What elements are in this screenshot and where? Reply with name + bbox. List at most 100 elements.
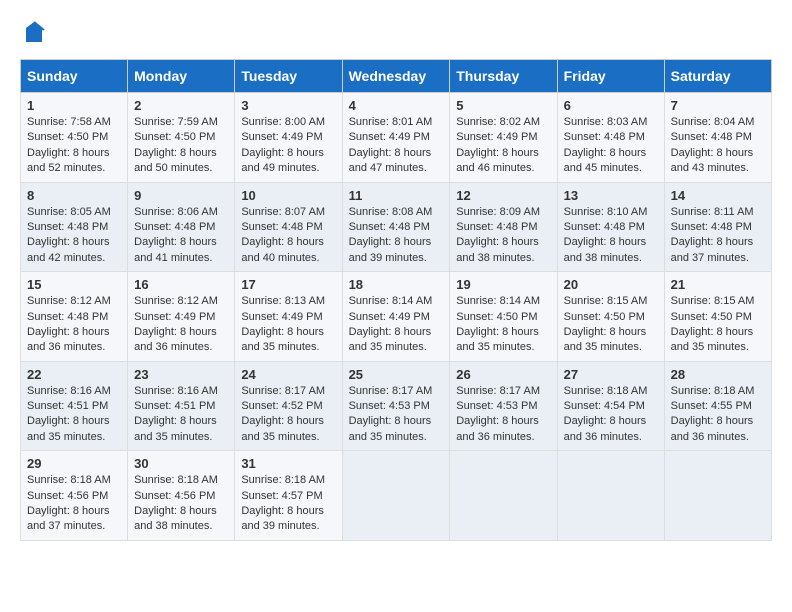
cell-content: Sunrise: 8:16 AMSunset: 4:51 PMDaylight:… — [134, 385, 218, 443]
cell-content: Sunrise: 8:16 AMSunset: 4:51 PMDaylight:… — [27, 385, 111, 443]
cell-content: Sunrise: 7:58 AMSunset: 4:50 PMDaylight:… — [27, 116, 111, 174]
calendar-table: SundayMondayTuesdayWednesdayThursdayFrid… — [20, 59, 772, 541]
calendar-cell: 20 Sunrise: 8:15 AMSunset: 4:50 PMDaylig… — [557, 272, 664, 362]
cell-content: Sunrise: 8:18 AMSunset: 4:56 PMDaylight:… — [134, 474, 218, 532]
cell-content: Sunrise: 8:10 AMSunset: 4:48 PMDaylight:… — [564, 206, 648, 264]
cell-content: Sunrise: 8:15 AMSunset: 4:50 PMDaylight:… — [564, 295, 648, 353]
day-number: 14 — [671, 188, 765, 203]
calendar-cell: 31 Sunrise: 8:18 AMSunset: 4:57 PMDaylig… — [235, 451, 342, 541]
calendar-cell — [342, 451, 450, 541]
calendar-cell: 18 Sunrise: 8:14 AMSunset: 4:49 PMDaylig… — [342, 272, 450, 362]
calendar-week-row: 22 Sunrise: 8:16 AMSunset: 4:51 PMDaylig… — [21, 361, 772, 451]
day-number: 13 — [564, 188, 658, 203]
column-header-monday: Monday — [128, 60, 235, 93]
calendar-cell: 27 Sunrise: 8:18 AMSunset: 4:54 PMDaylig… — [557, 361, 664, 451]
cell-content: Sunrise: 8:17 AMSunset: 4:52 PMDaylight:… — [241, 385, 325, 443]
day-number: 5 — [456, 98, 550, 113]
day-number: 27 — [564, 367, 658, 382]
calendar-header-row: SundayMondayTuesdayWednesdayThursdayFrid… — [21, 60, 772, 93]
cell-content: Sunrise: 8:17 AMSunset: 4:53 PMDaylight:… — [456, 385, 540, 443]
day-number: 4 — [349, 98, 444, 113]
calendar-cell: 21 Sunrise: 8:15 AMSunset: 4:50 PMDaylig… — [664, 272, 771, 362]
day-number: 30 — [134, 456, 228, 471]
calendar-cell: 14 Sunrise: 8:11 AMSunset: 4:48 PMDaylig… — [664, 182, 771, 272]
day-number: 1 — [27, 98, 121, 113]
cell-content: Sunrise: 8:14 AMSunset: 4:49 PMDaylight:… — [349, 295, 433, 353]
calendar-week-row: 1 Sunrise: 7:58 AMSunset: 4:50 PMDayligh… — [21, 93, 772, 183]
calendar-cell: 4 Sunrise: 8:01 AMSunset: 4:49 PMDayligh… — [342, 93, 450, 183]
cell-content: Sunrise: 8:14 AMSunset: 4:50 PMDaylight:… — [456, 295, 540, 353]
day-number: 6 — [564, 98, 658, 113]
day-number: 16 — [134, 277, 228, 292]
cell-content: Sunrise: 8:12 AMSunset: 4:48 PMDaylight:… — [27, 295, 111, 353]
cell-content: Sunrise: 7:59 AMSunset: 4:50 PMDaylight:… — [134, 116, 218, 174]
day-number: 10 — [241, 188, 335, 203]
cell-content: Sunrise: 8:17 AMSunset: 4:53 PMDaylight:… — [349, 385, 433, 443]
day-number: 17 — [241, 277, 335, 292]
calendar-cell: 6 Sunrise: 8:03 AMSunset: 4:48 PMDayligh… — [557, 93, 664, 183]
day-number: 19 — [456, 277, 550, 292]
calendar-cell: 13 Sunrise: 8:10 AMSunset: 4:48 PMDaylig… — [557, 182, 664, 272]
day-number: 24 — [241, 367, 335, 382]
calendar-week-row: 8 Sunrise: 8:05 AMSunset: 4:48 PMDayligh… — [21, 182, 772, 272]
cell-content: Sunrise: 8:15 AMSunset: 4:50 PMDaylight:… — [671, 295, 755, 353]
calendar-cell — [664, 451, 771, 541]
cell-content: Sunrise: 8:01 AMSunset: 4:49 PMDaylight:… — [349, 116, 433, 174]
calendar-cell: 25 Sunrise: 8:17 AMSunset: 4:53 PMDaylig… — [342, 361, 450, 451]
day-number: 3 — [241, 98, 335, 113]
day-number: 29 — [27, 456, 121, 471]
logo — [20, 20, 46, 49]
calendar-cell: 26 Sunrise: 8:17 AMSunset: 4:53 PMDaylig… — [450, 361, 557, 451]
calendar-cell: 28 Sunrise: 8:18 AMSunset: 4:55 PMDaylig… — [664, 361, 771, 451]
cell-content: Sunrise: 8:18 AMSunset: 4:57 PMDaylight:… — [241, 474, 325, 532]
column-header-saturday: Saturday — [664, 60, 771, 93]
day-number: 23 — [134, 367, 228, 382]
cell-content: Sunrise: 8:05 AMSunset: 4:48 PMDaylight:… — [27, 206, 111, 264]
cell-content: Sunrise: 8:03 AMSunset: 4:48 PMDaylight:… — [564, 116, 648, 174]
cell-content: Sunrise: 8:08 AMSunset: 4:48 PMDaylight:… — [349, 206, 433, 264]
calendar-cell: 2 Sunrise: 7:59 AMSunset: 4:50 PMDayligh… — [128, 93, 235, 183]
day-number: 28 — [671, 367, 765, 382]
calendar-cell — [557, 451, 664, 541]
calendar-cell: 9 Sunrise: 8:06 AMSunset: 4:48 PMDayligh… — [128, 182, 235, 272]
day-number: 18 — [349, 277, 444, 292]
day-number: 15 — [27, 277, 121, 292]
day-number: 31 — [241, 456, 335, 471]
page-header — [20, 20, 772, 49]
cell-content: Sunrise: 8:13 AMSunset: 4:49 PMDaylight:… — [241, 295, 325, 353]
calendar-cell: 17 Sunrise: 8:13 AMSunset: 4:49 PMDaylig… — [235, 272, 342, 362]
cell-content: Sunrise: 8:18 AMSunset: 4:56 PMDaylight:… — [27, 474, 111, 532]
day-number: 25 — [349, 367, 444, 382]
calendar-cell: 19 Sunrise: 8:14 AMSunset: 4:50 PMDaylig… — [450, 272, 557, 362]
calendar-cell: 24 Sunrise: 8:17 AMSunset: 4:52 PMDaylig… — [235, 361, 342, 451]
cell-content: Sunrise: 8:06 AMSunset: 4:48 PMDaylight:… — [134, 206, 218, 264]
calendar-cell: 3 Sunrise: 8:00 AMSunset: 4:49 PMDayligh… — [235, 93, 342, 183]
day-number: 2 — [134, 98, 228, 113]
column-header-tuesday: Tuesday — [235, 60, 342, 93]
day-number: 9 — [134, 188, 228, 203]
calendar-cell: 10 Sunrise: 8:07 AMSunset: 4:48 PMDaylig… — [235, 182, 342, 272]
calendar-cell: 15 Sunrise: 8:12 AMSunset: 4:48 PMDaylig… — [21, 272, 128, 362]
day-number: 21 — [671, 277, 765, 292]
cell-content: Sunrise: 8:04 AMSunset: 4:48 PMDaylight:… — [671, 116, 755, 174]
cell-content: Sunrise: 8:11 AMSunset: 4:48 PMDaylight:… — [671, 206, 754, 264]
calendar-cell: 5 Sunrise: 8:02 AMSunset: 4:49 PMDayligh… — [450, 93, 557, 183]
cell-content: Sunrise: 8:09 AMSunset: 4:48 PMDaylight:… — [456, 206, 540, 264]
calendar-cell: 29 Sunrise: 8:18 AMSunset: 4:56 PMDaylig… — [21, 451, 128, 541]
calendar-cell: 1 Sunrise: 7:58 AMSunset: 4:50 PMDayligh… — [21, 93, 128, 183]
day-number: 12 — [456, 188, 550, 203]
calendar-cell: 8 Sunrise: 8:05 AMSunset: 4:48 PMDayligh… — [21, 182, 128, 272]
calendar-week-row: 15 Sunrise: 8:12 AMSunset: 4:48 PMDaylig… — [21, 272, 772, 362]
day-number: 11 — [349, 188, 444, 203]
cell-content: Sunrise: 8:07 AMSunset: 4:48 PMDaylight:… — [241, 206, 325, 264]
day-number: 26 — [456, 367, 550, 382]
column-header-sunday: Sunday — [21, 60, 128, 93]
calendar-cell — [450, 451, 557, 541]
calendar-cell: 30 Sunrise: 8:18 AMSunset: 4:56 PMDaylig… — [128, 451, 235, 541]
calendar-cell: 11 Sunrise: 8:08 AMSunset: 4:48 PMDaylig… — [342, 182, 450, 272]
logo-icon — [22, 20, 46, 44]
calendar-cell: 23 Sunrise: 8:16 AMSunset: 4:51 PMDaylig… — [128, 361, 235, 451]
calendar-week-row: 29 Sunrise: 8:18 AMSunset: 4:56 PMDaylig… — [21, 451, 772, 541]
cell-content: Sunrise: 8:18 AMSunset: 4:54 PMDaylight:… — [564, 385, 648, 443]
calendar-cell: 12 Sunrise: 8:09 AMSunset: 4:48 PMDaylig… — [450, 182, 557, 272]
